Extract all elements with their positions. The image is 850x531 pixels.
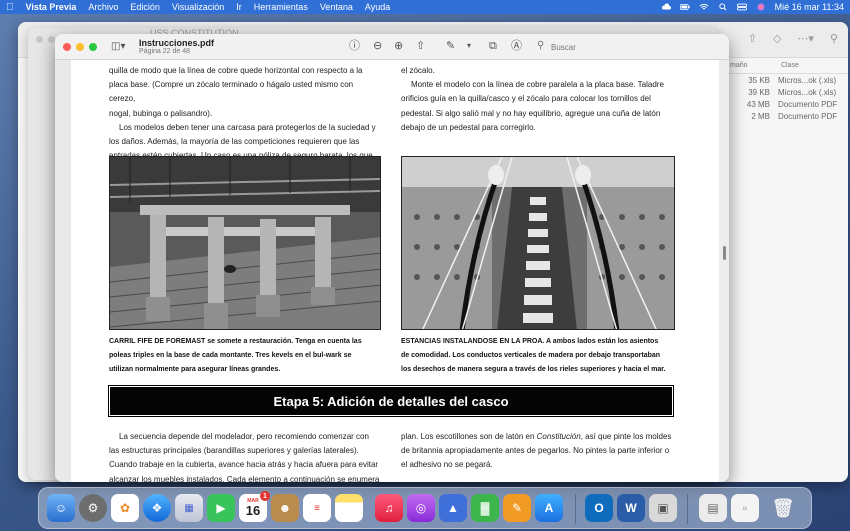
caption-right: ESTANCIAS INSTALANDOSE EN LA PROA. A amb… [401, 338, 666, 373]
safari-icon[interactable]: ❖ [143, 494, 171, 522]
markup-pen-icon[interactable]: ✎ [446, 40, 455, 52]
keynote-icon[interactable]: ▲ [439, 494, 467, 522]
podcasts-icon[interactable]: ◎ [407, 494, 435, 522]
scrollbar-track[interactable] [719, 60, 729, 482]
zoom-button[interactable] [89, 43, 97, 51]
sidebar-toggle-icon[interactable]: ◫▾ [111, 41, 125, 52]
trash-icon[interactable]: 🗑 [769, 494, 797, 522]
finder-toolbar-icons: ⇧ ◇ ⋯▾ ⚲ [748, 32, 838, 45]
body-text-col1-bottom: La secuencia depende del modelador, pero… [109, 432, 380, 482]
wifi-icon[interactable] [699, 3, 709, 11]
system-preferences-icon[interactable]: ⚙ [79, 494, 107, 522]
facetime-icon[interactable]: ▶ [207, 494, 235, 522]
downloads-stack-icon[interactable]: ▤ [699, 494, 727, 522]
menu-clock[interactable]: Mié 16 mar 11:34 [775, 2, 844, 12]
preview-icon[interactable]: ▣ [649, 494, 677, 522]
zoom-out-icon[interactable]: ⊖ [373, 40, 382, 52]
menu-bar:  Vista Previa Archivo Edición Visualiza… [0, 0, 850, 14]
annotate-icon[interactable]: Ⓐ [511, 40, 522, 52]
documents-stack-icon[interactable]: ▫ [731, 494, 759, 522]
siri-icon[interactable] [756, 3, 766, 11]
photo-bow-stays [401, 156, 675, 330]
contacts-icon[interactable]: ☻ [271, 494, 299, 522]
close-button[interactable] [63, 43, 71, 51]
pdf-page: quilla de modo que la línea de cobre que… [71, 60, 719, 482]
pages-icon[interactable]: ✎ [503, 494, 531, 522]
music-icon[interactable]: ♫ [375, 494, 403, 522]
minimize-button[interactable] [76, 43, 84, 51]
dock: ☺ ⚙ ✿ ❖ ▦ ▶ MAR 16 1 ☻ ≡ ♫ ◎ ▲ ▓ ✎ A O W… [38, 487, 812, 529]
apple-menu-icon[interactable]:  [6, 2, 14, 13]
menu-ventana[interactable]: Ventana [320, 2, 353, 12]
info-icon[interactable]: ⓘ [349, 40, 360, 52]
table-row[interactable]: 43 MB Documento PDF [718, 98, 848, 110]
tag-icon[interactable]: ◇ [773, 32, 781, 45]
app-store-icon[interactable]: A [535, 494, 563, 522]
search-icon: ⚲ [537, 40, 545, 51]
menu-ir[interactable]: Ir [236, 2, 242, 12]
table-row[interactable]: 2 MB Documento PDF [718, 110, 848, 122]
calendar-badge: 1 [260, 491, 270, 501]
menu-archivo[interactable]: Archivo [88, 2, 118, 12]
word-icon[interactable]: W [617, 494, 645, 522]
rotate-icon[interactable]: ⧉ [489, 40, 497, 52]
preview-window: ◫▾ Instrucciones.pdf Página 22 de 48 ⓘ ⊖… [55, 34, 729, 482]
document-title: Instrucciones.pdf [139, 38, 215, 48]
body-text-col1-top: quilla de modo que la línea de cobre que… [109, 66, 376, 161]
search-input[interactable] [551, 40, 711, 54]
share-icon[interactable]: ⇧ [416, 40, 425, 52]
scrollbar-thumb[interactable] [723, 246, 726, 260]
menu-edicion[interactable]: Edición [130, 2, 160, 12]
preview-toolbar: ◫▾ Instrucciones.pdf Página 22 de 48 ⓘ ⊖… [55, 34, 729, 60]
battery-icon[interactable] [679, 3, 690, 11]
body-text-col2-top: el zócalo. Monte el modelo con la línea … [401, 66, 664, 132]
menu-visualizacion[interactable]: Visualización [172, 2, 224, 12]
photos-icon[interactable]: ✿ [111, 494, 139, 522]
body-text-col2-bottom: plan. Los escotillones son de latón en C… [401, 432, 672, 470]
page-indicator: Página 22 de 48 [139, 48, 190, 55]
markup-dropdown-icon[interactable]: ▾ [467, 40, 471, 52]
menu-app-name[interactable]: Vista Previa [26, 2, 77, 12]
control-center-icon[interactable] [736, 3, 747, 11]
launchpad-icon[interactable]: ▦ [175, 494, 203, 522]
column-kind[interactable]: Clase [773, 62, 799, 69]
finder-file-list: maño Clase 35 KB Micros...ok (.xls) 39 KB… [718, 58, 848, 122]
zoom-in-icon[interactable]: ⊕ [394, 40, 403, 52]
table-row[interactable]: 39 KB Micros...ok (.xls) [718, 86, 848, 98]
calendar-icon[interactable]: MAR 16 1 [239, 491, 270, 522]
finder-column-headers: maño Clase [718, 58, 848, 74]
numbers-icon[interactable]: ▓ [471, 494, 499, 522]
document-area[interactable]: quilla de modo que la línea de cobre que… [55, 60, 729, 482]
caption-left: CARRIL FIFE DE FOREMAST se somete a rest… [109, 338, 362, 373]
section-heading: Etapa 5: Adición de detalles del casco [108, 385, 674, 417]
table-row[interactable]: 35 KB Micros...ok (.xls) [718, 74, 848, 86]
reminders-icon[interactable]: ≡ [303, 494, 331, 522]
menu-ayuda[interactable]: Ayuda [365, 2, 390, 12]
search-icon[interactable] [718, 3, 728, 11]
photo-fife-rail [109, 156, 381, 330]
search-field[interactable]: ⚲ [533, 40, 719, 54]
menu-herramientas[interactable]: Herramientas [254, 2, 308, 12]
notes-icon[interactable] [335, 494, 363, 522]
cloud-icon[interactable] [661, 3, 671, 11]
more-icon[interactable]: ⋯▾ [797, 32, 814, 45]
finder-search-icon[interactable]: ⚲ [830, 32, 838, 45]
finder-icon[interactable]: ☺ [47, 494, 75, 522]
share-icon[interactable]: ⇧ [748, 32, 757, 45]
outlook-icon[interactable]: O [585, 494, 613, 522]
